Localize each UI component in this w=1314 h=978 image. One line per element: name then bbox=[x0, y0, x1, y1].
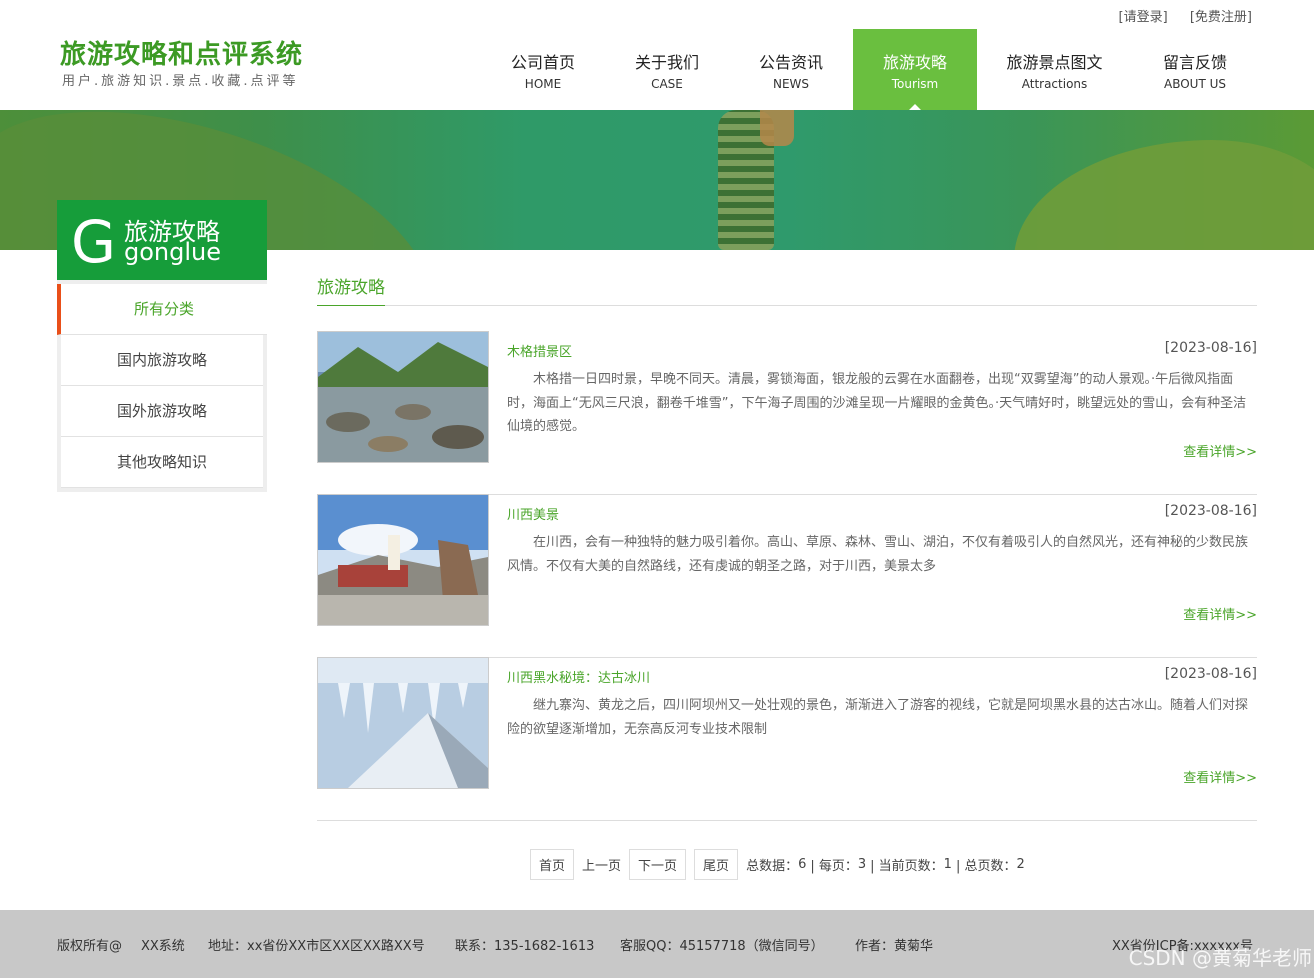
article-summary: 在川西，会有一种独特的魅力吸引着你。高山、草原、森林、雪山、湖泊，不仅有着吸引人… bbox=[507, 535, 1249, 574]
top-links: [请登录] [免费注册] bbox=[1101, 6, 1252, 25]
first-page-button[interactable]: 首页 bbox=[530, 849, 575, 880]
section-divider bbox=[317, 305, 1257, 306]
sidebar-item-other[interactable]: 其他攻略知识 bbox=[61, 437, 263, 488]
footer-qq: 客服QQ：45157718（微信同号） bbox=[620, 939, 824, 954]
nav-item-attractions[interactable]: 旅游景点图文 Attractions bbox=[977, 29, 1132, 110]
article-title[interactable]: 川西黑水秘境：达古冰川 bbox=[507, 667, 650, 686]
sidebar-item-all[interactable]: 所有分类 bbox=[57, 284, 267, 335]
nav-item-home[interactable]: 公司首页 HOME bbox=[481, 29, 605, 110]
per-page-count: 3 bbox=[857, 857, 867, 872]
register-link[interactable]: [免费注册] bbox=[1190, 10, 1252, 25]
read-more-link[interactable]: 查看详情>> bbox=[1183, 767, 1257, 786]
nav-item-news[interactable]: 公告资讯 NEWS bbox=[729, 29, 853, 110]
nav-item-tourism[interactable]: 旅游攻略 Tourism bbox=[853, 29, 977, 110]
article-thumbnail[interactable] bbox=[317, 331, 489, 463]
total-pages: 2 bbox=[1016, 857, 1025, 872]
nav-item-feedback[interactable]: 留言反馈 ABOUT US bbox=[1132, 29, 1258, 110]
site-subtitle: 用户.旅游知识.景点.收藏.点评等 bbox=[62, 74, 299, 89]
article-date: [2023-08-16] bbox=[1164, 503, 1257, 519]
current-page: 1 bbox=[943, 857, 952, 872]
nav-label: 留言反馈 bbox=[1162, 52, 1227, 72]
article-summary: 木格措一日四时景，早晚不同天。清晨，雾锁海面，银龙般的云雾在水面翻卷，出现“双雾… bbox=[507, 372, 1247, 434]
glacier-image bbox=[318, 658, 488, 788]
nav-sublabel: NEWS bbox=[772, 76, 810, 91]
footer-copyright: 版权所有@ bbox=[57, 939, 123, 954]
sidebar-header: G 旅游攻略 gonglue bbox=[57, 200, 267, 280]
per-page-label: | 每页： bbox=[810, 859, 858, 874]
footer-author: 作者：黄菊华 bbox=[855, 939, 934, 954]
footer-system: XX系统 bbox=[141, 939, 185, 954]
nav-sublabel: HOME bbox=[524, 76, 562, 91]
footer-address: 地址：xx省份XX市区XX区XX路XX号 bbox=[208, 939, 425, 954]
total-pages-label: | 总页数： bbox=[955, 859, 1017, 874]
sidebar-title-en: gonglue bbox=[124, 238, 222, 266]
section-title: 旅游攻略 bbox=[317, 273, 385, 306]
footer-contact: 联系：135-1682-1613 bbox=[455, 939, 595, 954]
site-title[interactable]: 旅游攻略和点评系统 bbox=[60, 34, 303, 71]
lake-rocks-image bbox=[318, 332, 488, 462]
sidebar-menu: 所有分类 国内旅游攻略 国外旅游攻略 其他攻略知识 bbox=[57, 280, 267, 492]
article-date: [2023-08-16] bbox=[1164, 666, 1257, 682]
nav-label: 旅游攻略 bbox=[882, 52, 947, 72]
banner-backpack bbox=[760, 110, 794, 146]
article-title[interactable]: 川西美景 bbox=[507, 504, 559, 523]
nav-label: 公司首页 bbox=[510, 52, 575, 72]
footer: 版权所有@ XX系统 地址：xx省份XX市区XX区XX路XX号 联系：135-1… bbox=[0, 910, 1314, 978]
article-summary: 继九寨沟、黄龙之后，四川阿坝州又一处壮观的景色，渐渐进入了游客的视线，它就是阿坝… bbox=[507, 698, 1249, 737]
nav-sublabel: CASE bbox=[651, 76, 683, 91]
article-date: [2023-08-16] bbox=[1164, 340, 1257, 356]
main-nav: 公司首页 HOME 关于我们 CASE 公告资讯 NEWS 旅游攻略 Touri… bbox=[481, 29, 1258, 110]
nav-item-about[interactable]: 关于我们 CASE bbox=[605, 29, 729, 110]
last-page-button[interactable]: 尾页 bbox=[694, 849, 739, 880]
read-more-link[interactable]: 查看详情>> bbox=[1183, 441, 1257, 460]
nav-label: 公告资讯 bbox=[758, 52, 823, 72]
tibetan-temple-image bbox=[318, 495, 488, 625]
read-more-link[interactable]: 查看详情>> bbox=[1183, 604, 1257, 623]
nav-label: 旅游景点图文 bbox=[1006, 52, 1103, 72]
sidebar-letter: G bbox=[71, 208, 116, 276]
nav-sublabel: Tourism bbox=[891, 76, 939, 91]
nav-sublabel: ABOUT US bbox=[1163, 76, 1226, 91]
article-thumbnail[interactable] bbox=[317, 494, 489, 626]
total-count: 6 bbox=[798, 857, 807, 872]
banner-hill-right bbox=[1014, 140, 1314, 250]
article-title[interactable]: 木格措景区 bbox=[507, 341, 572, 360]
sidebar-item-domestic[interactable]: 国内旅游攻略 bbox=[61, 335, 263, 386]
next-page-button[interactable]: 下一页 bbox=[629, 849, 687, 880]
article-item: 川西黑水秘境：达古冰川 [2023-08-16] 继九寨沟、黄龙之后，四川阿坝州… bbox=[317, 657, 1257, 821]
login-link[interactable]: [请登录] bbox=[1119, 10, 1168, 25]
article-item: 木格措景区 [2023-08-16] 木格措一日四时景，早晚不同天。清晨，雾锁海… bbox=[317, 331, 1257, 495]
total-label: 总数据： bbox=[746, 859, 799, 874]
nav-label: 关于我们 bbox=[634, 52, 699, 72]
article-thumbnail[interactable] bbox=[317, 657, 489, 789]
csdn-watermark: CSDN @黄菊华老师 bbox=[1128, 946, 1312, 970]
prev-page-link[interactable]: 上一页 bbox=[582, 855, 621, 874]
current-page-label: | 当前页数： bbox=[870, 859, 944, 874]
nav-sublabel: Attractions bbox=[1021, 76, 1088, 91]
article-item: 川西美景 [2023-08-16] 在川西，会有一种独特的魅力吸引着你。高山、草… bbox=[317, 494, 1257, 658]
sidebar-item-foreign[interactable]: 国外旅游攻略 bbox=[61, 386, 263, 437]
pagination: 首页 上一页 下一页 尾页 总数据： 6 | 每页： 3 | 当前页数： 1 |… bbox=[530, 849, 1025, 880]
